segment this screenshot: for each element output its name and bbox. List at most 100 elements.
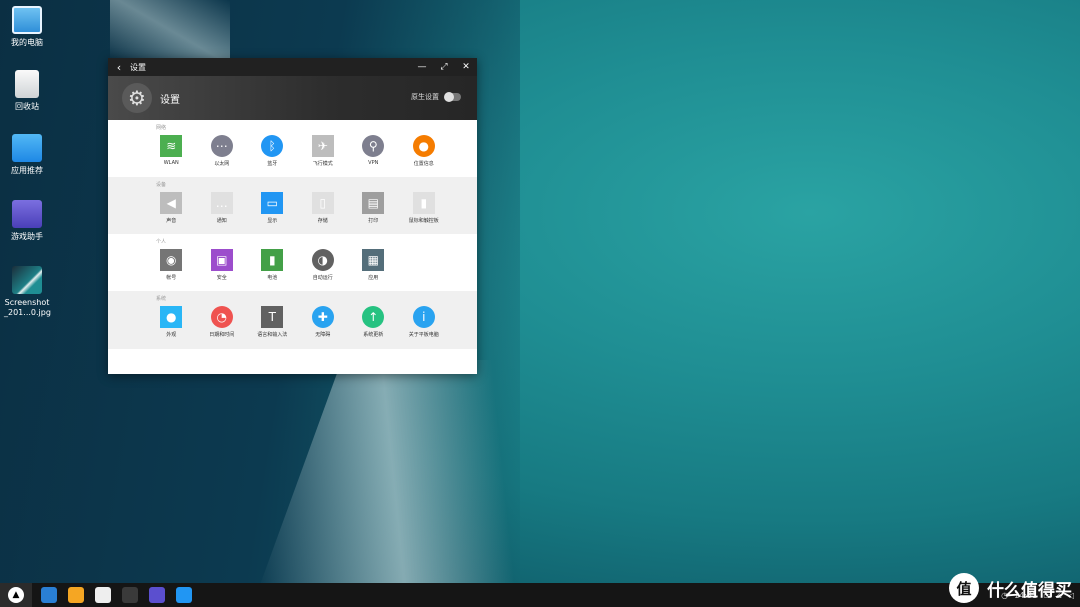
- clock-icon: ◔: [210, 306, 233, 328]
- settings-item-label: 打印: [368, 218, 379, 224]
- desktop-icon-label: 回收站: [15, 102, 39, 111]
- settings-item-label: 通知: [216, 218, 227, 224]
- settings-item-battery[interactable]: ▮ 电池: [247, 249, 298, 291]
- close-button[interactable]: ✕: [455, 62, 477, 72]
- bluetooth-icon: ᛒ: [261, 135, 284, 157]
- desktop-icon-label: 应用推荐: [11, 166, 43, 175]
- taskbar-app-folder-icon[interactable]: [68, 587, 84, 603]
- accessibility-icon: ✚: [311, 306, 334, 328]
- settings-item-label: 语言和输入法: [257, 332, 288, 338]
- desktop-icon-screenshot[interactable]: Screenshot _201...0.jpg: [4, 266, 51, 318]
- settings-item-toggle[interactable]: ◑ 自动运行: [298, 249, 349, 291]
- settings-item-ethernet[interactable]: ⋯ 以太网: [197, 135, 248, 177]
- desktop-icon-label: Screenshot _201...0.jpg: [4, 298, 51, 317]
- settings-item-mouse[interactable]: ▮ 鼠标和触控板: [399, 192, 450, 234]
- settings-item-label: 关于平板电脑: [408, 332, 439, 338]
- settings-item-label: VPN: [368, 160, 379, 166]
- settings-item-label: 显示: [267, 218, 278, 224]
- settings-item-printer[interactable]: ▤ 打印: [348, 192, 399, 234]
- settings-section: 系统 ● 外观 ◔ 日期和时间 T 语言和输入法 ✚ 无障碍 ↑ 系统更新 i 关于平板电脑: [108, 291, 477, 349]
- desktop-icon-game-assistant[interactable]: 游戏助手: [4, 200, 50, 242]
- info-icon: i: [412, 306, 435, 328]
- settings-item-wifi[interactable]: ≋ WLAN: [146, 135, 197, 177]
- settings-item-display[interactable]: ▭ 显示: [247, 192, 298, 234]
- taskbar-app-game-icon[interactable]: [149, 587, 165, 603]
- settings-item-location[interactable]: ● 位置信息: [399, 135, 450, 177]
- settings-item-label: 飞行模式: [312, 161, 333, 167]
- settings-item-bluetooth[interactable]: ᛒ 蓝牙: [247, 135, 298, 177]
- settings-item-label: 无障碍: [315, 332, 331, 338]
- lock-icon: ▣: [210, 249, 233, 271]
- vpn-icon: ⚲: [362, 135, 385, 157]
- speaker-icon: ◀: [160, 192, 183, 214]
- settings-item-clock[interactable]: ◔ 日期和时间: [197, 306, 248, 348]
- watermark: 值 什么值得买: [949, 573, 1072, 603]
- taskbar: ▲ ◷ 14:31 ▭ ⌂ ◁: [0, 583, 1080, 607]
- settings-item-notification[interactable]: … 通知: [197, 192, 248, 234]
- settings-item-language[interactable]: T 语言和输入法: [247, 306, 298, 348]
- computer-icon: [12, 6, 42, 34]
- window-titlebar[interactable]: ‹ 设置 — ⤢ ✕: [108, 58, 477, 76]
- desktop-icon-label: 我的电脑: [11, 38, 43, 47]
- shopping-bag-icon: [12, 134, 42, 162]
- location-icon: ●: [412, 135, 435, 157]
- settings-sections: 网络 ≋ WLAN ⋯ 以太网 ᛒ 蓝牙 ✈ 飞行模式 ⚲ VPN ● 位置信息 设备 ◀ 声音 … 通知 ▭ 显示 ▯…: [108, 120, 477, 349]
- settings-item-apps[interactable]: ▦ 应用: [348, 249, 399, 291]
- settings-item-label: 系统更新: [363, 332, 384, 338]
- wallpaper-surf-top: [110, 0, 230, 60]
- taskbar-app-store-icon[interactable]: [176, 587, 192, 603]
- minimize-button[interactable]: —: [411, 62, 433, 72]
- settings-item-lock[interactable]: ▣ 安全: [197, 249, 248, 291]
- toggle-icon: ◑: [311, 249, 334, 271]
- desktop-icon-app-store[interactable]: 应用推荐: [4, 134, 50, 176]
- settings-item-vpn[interactable]: ⚲ VPN: [348, 135, 399, 177]
- maximize-button[interactable]: ⤢: [433, 62, 455, 72]
- native-settings-switch[interactable]: 原生设置: [411, 92, 461, 102]
- toggle-switch[interactable]: [444, 92, 461, 102]
- settings-item-label: 鼠标和触控板: [408, 218, 439, 224]
- display-icon: ▭: [261, 192, 284, 214]
- window-title: 设置: [130, 62, 146, 72]
- update-icon: ↑: [362, 306, 385, 328]
- settings-header: ⚙ 设置 原生设置: [108, 76, 477, 120]
- airplane-icon: ✈: [311, 135, 334, 157]
- mouse-icon: ▮: [412, 192, 435, 214]
- desktop-icon-label: 游戏助手: [11, 232, 43, 241]
- taskbar-app-browser-icon[interactable]: [41, 587, 57, 603]
- section-label: 网络: [156, 125, 167, 131]
- settings-item-airplane[interactable]: ✈ 飞行模式: [298, 135, 349, 177]
- settings-item-label: 安全: [216, 275, 227, 281]
- account-icon: ◉: [160, 249, 183, 271]
- language-icon: T: [261, 306, 284, 328]
- settings-item-label: 外观: [166, 332, 177, 338]
- settings-item-account[interactable]: ◉ 帐号: [146, 249, 197, 291]
- settings-item-info[interactable]: i 关于平板电脑: [399, 306, 450, 348]
- settings-section: 个人 ◉ 帐号 ▣ 安全 ▮ 电池 ◑ 自动运行 ▦ 应用: [108, 234, 477, 291]
- start-button[interactable]: ▲: [0, 583, 32, 607]
- settings-section: 设备 ◀ 声音 … 通知 ▭ 显示 ▯ 存储 ▤ 打印 ▮ 鼠标和触控板: [108, 177, 477, 234]
- settings-item-label: 位置信息: [413, 161, 434, 167]
- settings-item-update[interactable]: ↑ 系统更新: [348, 306, 399, 348]
- taskbar-app-settings-icon[interactable]: [122, 587, 138, 603]
- keyboard-icon: [12, 200, 42, 228]
- settings-item-appearance[interactable]: ● 外观: [146, 306, 197, 348]
- storage-icon: ▯: [311, 192, 334, 214]
- taskbar-app-editor-icon[interactable]: [95, 587, 111, 603]
- printer-icon: ▤: [362, 192, 385, 214]
- back-button[interactable]: ‹: [108, 61, 130, 74]
- page-title: 设置: [160, 94, 180, 106]
- settings-item-storage[interactable]: ▯ 存储: [298, 192, 349, 234]
- settings-item-label: 蓝牙: [267, 161, 278, 167]
- settings-item-accessibility[interactable]: ✚ 无障碍: [298, 306, 349, 348]
- settings-item-label: WLAN: [163, 160, 179, 166]
- settings-item-label: 应用: [368, 275, 379, 281]
- desktop-icon-recycle-bin[interactable]: 回收站: [4, 70, 50, 112]
- notification-icon: …: [210, 192, 233, 214]
- section-label: 个人: [156, 239, 167, 245]
- ethernet-icon: ⋯: [210, 135, 233, 157]
- desktop-icon-my-computer[interactable]: 我的电脑: [4, 6, 50, 48]
- settings-item-speaker[interactable]: ◀ 声音: [146, 192, 197, 234]
- settings-item-label: 帐号: [166, 275, 177, 281]
- settings-item-label: 电池: [267, 275, 278, 281]
- apps-icon: ▦: [362, 249, 385, 271]
